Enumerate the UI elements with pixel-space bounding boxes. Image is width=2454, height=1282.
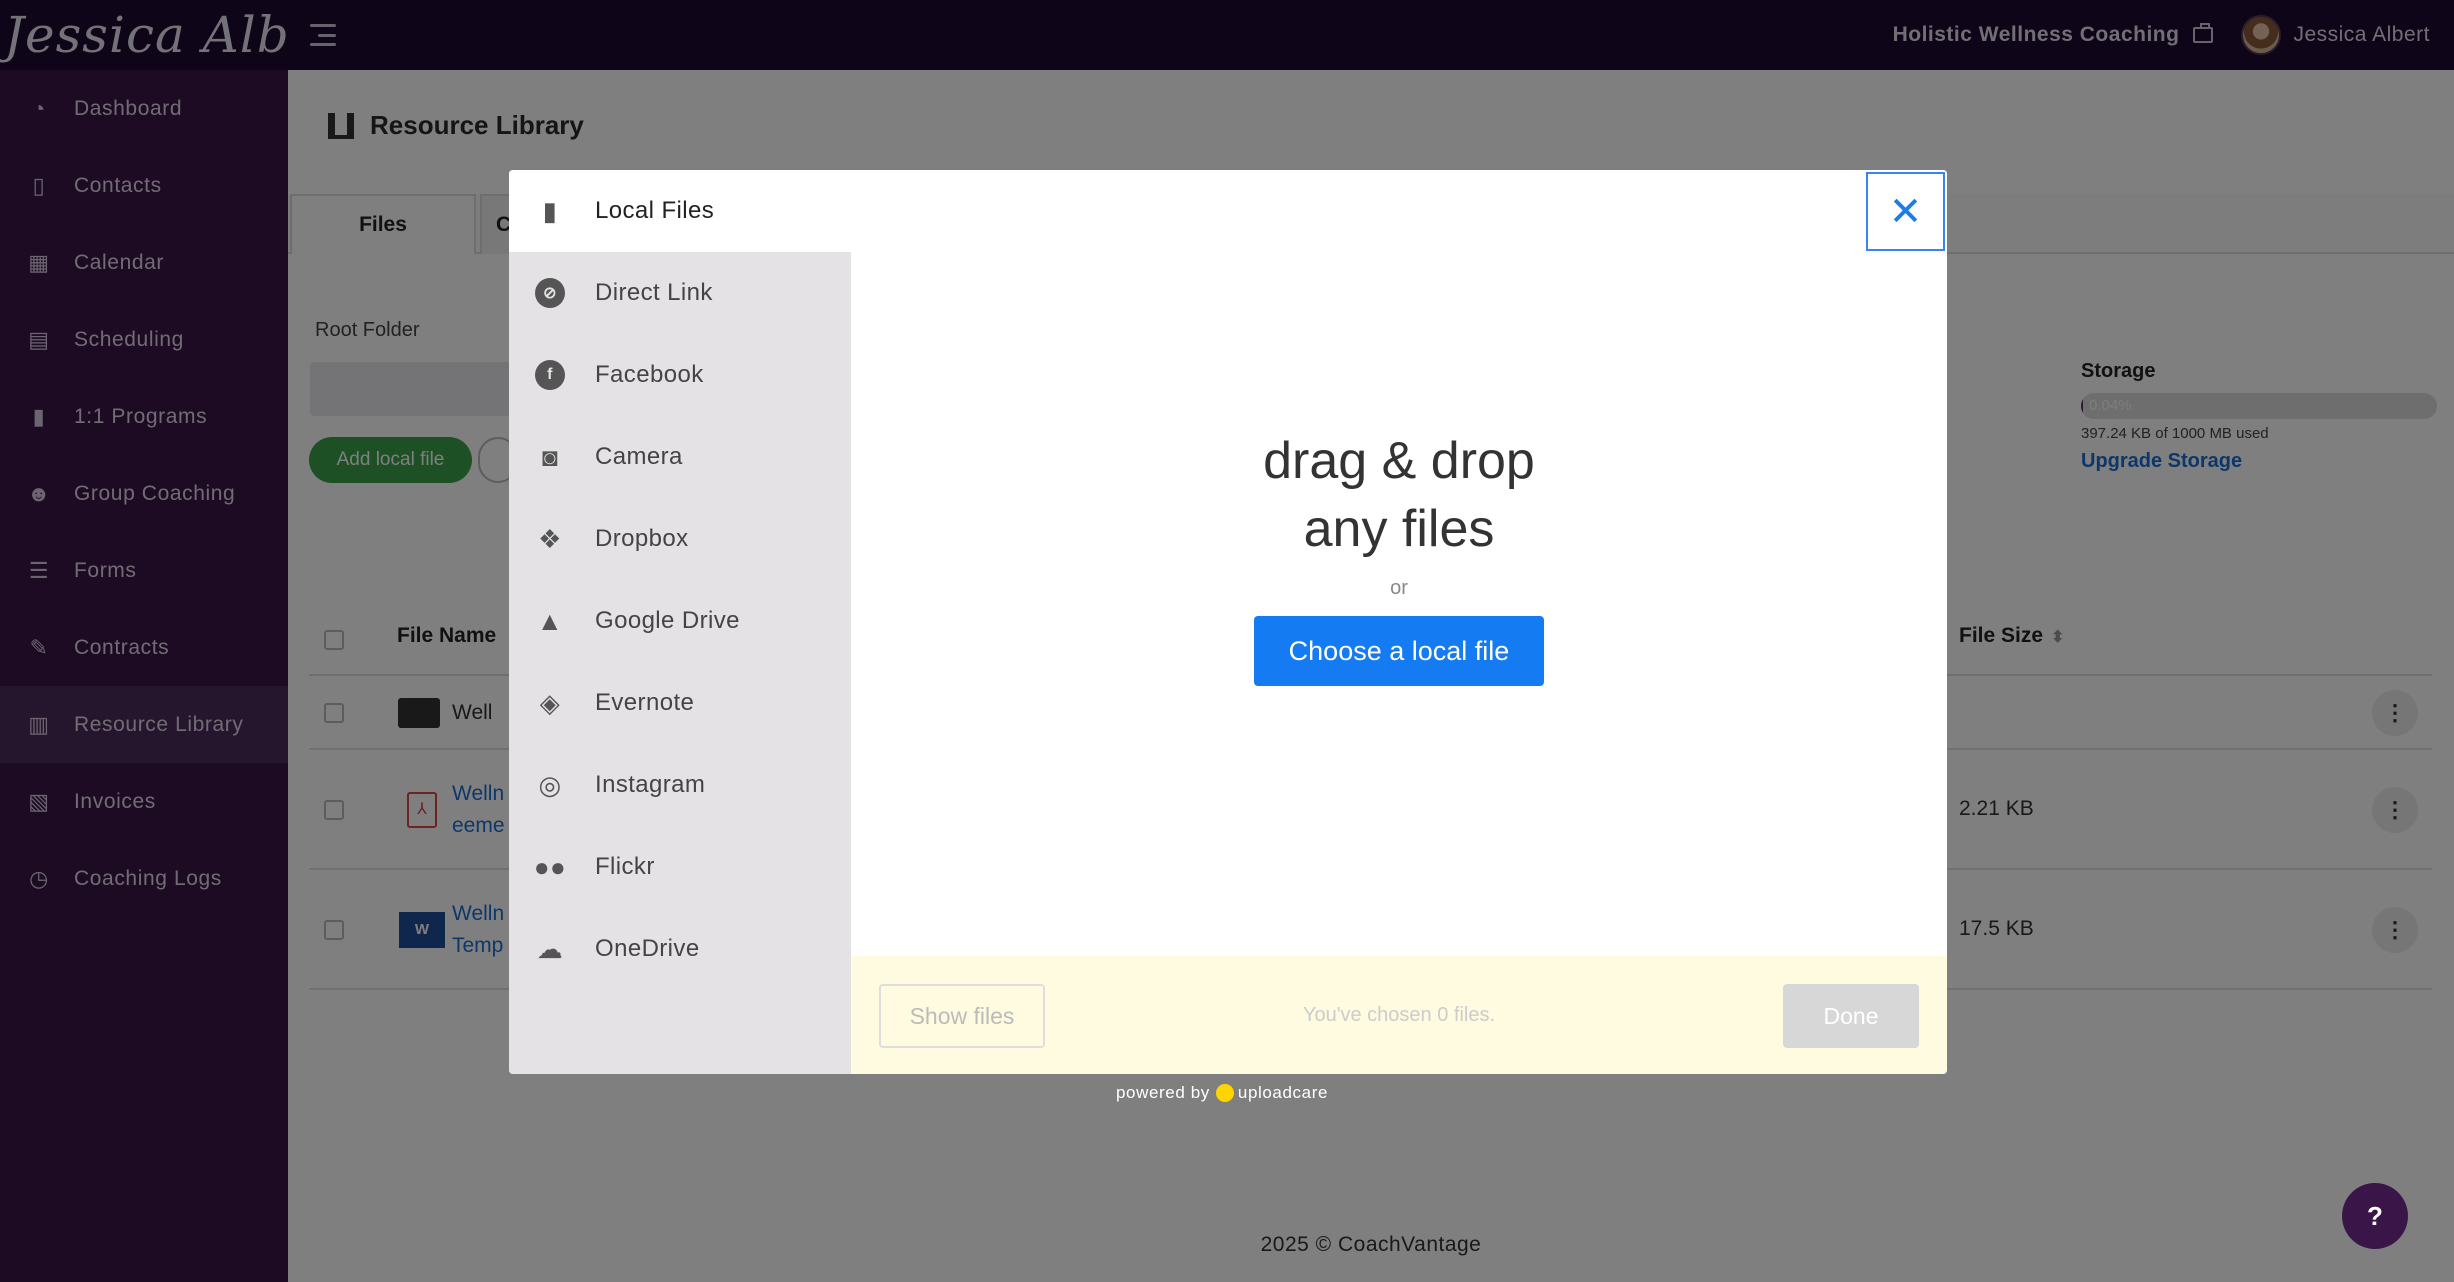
powered-by-prefix: powered by (1116, 1083, 1210, 1102)
help-button[interactable]: ? (2342, 1183, 2408, 1249)
source-label: Direct Link (595, 279, 713, 306)
source-label: Flickr (595, 853, 655, 880)
choose-local-file-button[interactable]: Choose a local file (1254, 616, 1544, 686)
source-facebook[interactable]: f Facebook (509, 334, 851, 416)
file-icon: ▮ (542, 195, 558, 226)
dropbox-icon: ❖ (538, 523, 562, 554)
close-button[interactable]: ✕ (1866, 172, 1945, 251)
google-drive-icon: ▲ (536, 605, 564, 636)
source-label: Local Files (595, 197, 715, 224)
source-flickr[interactable]: ●● Flickr (509, 826, 851, 908)
source-onedrive[interactable]: ☁ OneDrive (509, 908, 851, 990)
dialog-footer: You've chosen 0 files. Show files Done (851, 956, 1947, 1074)
drop-line-2: any files (1303, 500, 1495, 558)
facebook-icon: f (535, 360, 565, 390)
show-files-button[interactable]: Show files (879, 984, 1045, 1048)
done-button[interactable]: Done (1783, 984, 1919, 1048)
powered-by-brand: uploadcare (1237, 1083, 1329, 1102)
camera-icon: ◙ (541, 441, 559, 472)
source-label: Instagram (595, 771, 706, 798)
uploadcare-logo-icon (1215, 1084, 1234, 1102)
source-label: Dropbox (595, 525, 689, 552)
drop-zone[interactable]: drag & drop any files or Choose a local … (851, 252, 1947, 956)
drop-line-1: drag & drop (1263, 432, 1535, 490)
source-local-files[interactable]: ▮ Local Files (509, 170, 851, 252)
evernote-icon: ◈ (539, 687, 561, 718)
instagram-icon: ◎ (538, 769, 562, 800)
source-camera[interactable]: ◙ Camera (509, 416, 851, 498)
dialog-header (851, 170, 1947, 252)
flickr-icon: ●● (533, 851, 567, 882)
source-instagram[interactable]: ◎ Instagram (509, 744, 851, 826)
source-label: Facebook (595, 361, 704, 388)
source-google-drive[interactable]: ▲ Google Drive (509, 580, 851, 662)
source-label: Camera (595, 443, 683, 470)
source-label: OneDrive (595, 935, 700, 962)
onedrive-icon: ☁ (536, 933, 564, 964)
source-list: ▮ Local Files ⊘ Direct Link f Facebook ◙ Cam… (509, 170, 851, 1074)
powered-by[interactable]: powered by uploadcare (1116, 1083, 1328, 1103)
drop-zone-title: drag & drop any files (851, 427, 1947, 563)
upload-dialog: ▮ Local Files ⊘ Direct Link f Facebook ◙ Cam… (509, 170, 1947, 1074)
link-icon: ⊘ (535, 278, 565, 308)
source-label: Evernote (595, 689, 695, 716)
source-label: Google Drive (595, 607, 740, 634)
or-separator: or (1390, 577, 1408, 599)
source-evernote[interactable]: ◈ Evernote (509, 662, 851, 744)
source-dropbox[interactable]: ❖ Dropbox (509, 498, 851, 580)
source-direct-link[interactable]: ⊘ Direct Link (509, 252, 851, 334)
close-icon: ✕ (1888, 189, 1923, 234)
